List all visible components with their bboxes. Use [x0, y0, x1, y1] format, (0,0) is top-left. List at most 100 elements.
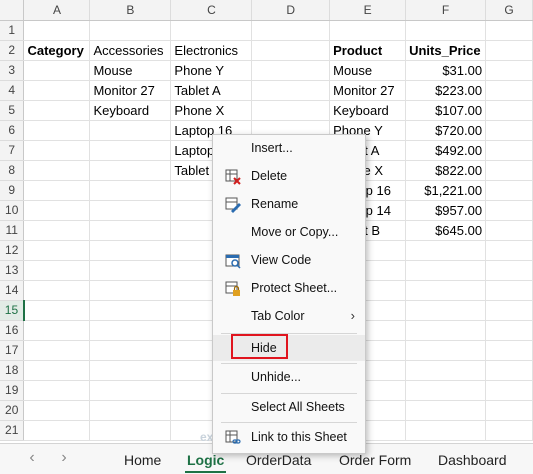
cell-b5[interactable]: Keyboard	[89, 100, 172, 121]
cell-a3[interactable]	[23, 60, 91, 81]
cell-f21[interactable]	[405, 420, 487, 441]
cell-a8[interactable]	[23, 160, 91, 181]
cell-a14[interactable]	[23, 280, 91, 301]
column-header-f[interactable]: F	[405, 0, 487, 21]
row-header[interactable]: 4	[0, 80, 25, 101]
cell-b9[interactable]	[89, 180, 172, 201]
cell-g17[interactable]	[485, 340, 533, 361]
cell-f3[interactable]: $31.00	[405, 60, 487, 81]
tab-home[interactable]: Home	[124, 449, 161, 471]
row-header[interactable]: 18	[0, 360, 25, 381]
cell-g15[interactable]	[485, 300, 533, 321]
column-header-g[interactable]: G	[485, 0, 533, 21]
row-header[interactable]: 17	[0, 340, 25, 361]
cell-g18[interactable]	[485, 360, 533, 381]
cell-b13[interactable]	[89, 260, 172, 281]
cell-g6[interactable]	[485, 120, 533, 141]
cell-c2[interactable]: Electronics	[170, 40, 253, 61]
cell-e4[interactable]: Monitor 27	[329, 80, 407, 101]
menu-item-tab-color[interactable]: Tab Color ›	[213, 303, 365, 329]
cell-g16[interactable]	[485, 320, 533, 341]
cell-f10[interactable]: $957.00	[405, 200, 487, 221]
cell-a5[interactable]	[23, 100, 91, 121]
row-header[interactable]: 15	[0, 300, 25, 321]
cell-g5[interactable]	[485, 100, 533, 121]
cell-d1[interactable]	[251, 20, 331, 41]
cell-f4[interactable]: $223.00	[405, 80, 487, 101]
cell-b11[interactable]	[89, 220, 172, 241]
row-header[interactable]: 11	[0, 220, 25, 241]
cell-f13[interactable]	[405, 260, 487, 281]
cell-d5[interactable]	[251, 100, 331, 121]
cell-f16[interactable]	[405, 320, 487, 341]
cell-a16[interactable]	[23, 320, 91, 341]
cell-f12[interactable]	[405, 240, 487, 261]
cell-b18[interactable]	[89, 360, 172, 381]
cell-b14[interactable]	[89, 280, 172, 301]
cell-a21[interactable]	[23, 420, 91, 441]
tab-dashboard[interactable]: Dashboard	[438, 449, 507, 471]
cell-a19[interactable]	[23, 380, 91, 401]
cell-b20[interactable]	[89, 400, 172, 421]
row-header[interactable]: 8	[0, 160, 25, 181]
cell-b4[interactable]: Monitor 27	[89, 80, 172, 101]
cell-f19[interactable]	[405, 380, 487, 401]
row-header[interactable]: 1	[0, 20, 25, 41]
cell-a1[interactable]	[23, 20, 91, 41]
cell-b1[interactable]	[89, 20, 172, 41]
cell-b10[interactable]	[89, 200, 172, 221]
cell-g14[interactable]	[485, 280, 533, 301]
cell-g3[interactable]	[485, 60, 533, 81]
cell-g2[interactable]	[485, 40, 533, 61]
column-header-b[interactable]: B	[89, 0, 172, 21]
row-header[interactable]: 16	[0, 320, 25, 341]
cell-b21[interactable]	[89, 420, 172, 441]
cell-a11[interactable]	[23, 220, 91, 241]
cell-f15[interactable]	[405, 300, 487, 321]
column-header-e[interactable]: E	[329, 0, 407, 21]
cell-g1[interactable]	[485, 20, 533, 41]
cell-a18[interactable]	[23, 360, 91, 381]
row-header[interactable]: 14	[0, 280, 25, 301]
cell-a10[interactable]	[23, 200, 91, 221]
cell-b17[interactable]	[89, 340, 172, 361]
cell-a6[interactable]	[23, 120, 91, 141]
cell-e5[interactable]: Keyboard	[329, 100, 407, 121]
cell-b7[interactable]	[89, 140, 172, 161]
cell-a7[interactable]	[23, 140, 91, 161]
cell-d4[interactable]	[251, 80, 331, 101]
row-header[interactable]: 19	[0, 380, 25, 401]
menu-item-view-code[interactable]: View Code	[213, 247, 365, 273]
cell-g9[interactable]	[485, 180, 533, 201]
cell-f17[interactable]	[405, 340, 487, 361]
row-header[interactable]: 3	[0, 60, 25, 81]
cell-g21[interactable]	[485, 420, 533, 441]
cell-g4[interactable]	[485, 80, 533, 101]
cell-a12[interactable]	[23, 240, 91, 261]
menu-item-delete[interactable]: Delete	[213, 163, 365, 189]
row-header[interactable]: 6	[0, 120, 25, 141]
cell-f14[interactable]	[405, 280, 487, 301]
cell-a2[interactable]: Category	[23, 40, 91, 61]
cell-b12[interactable]	[89, 240, 172, 261]
menu-item-unhide[interactable]: Unhide...	[213, 364, 365, 390]
cell-c1[interactable]	[170, 20, 253, 41]
cell-b2[interactable]: Accessories	[89, 40, 172, 61]
cell-g7[interactable]	[485, 140, 533, 161]
cell-f5[interactable]: $107.00	[405, 100, 487, 121]
next-sheet-icon[interactable]: ›	[54, 449, 74, 467]
cell-b15[interactable]	[89, 300, 172, 321]
cell-f8[interactable]: $822.00	[405, 160, 487, 181]
cell-d2[interactable]	[251, 40, 331, 61]
cell-g8[interactable]	[485, 160, 533, 181]
cell-b6[interactable]	[89, 120, 172, 141]
cell-c3[interactable]: Phone Y	[170, 60, 253, 81]
cell-g10[interactable]	[485, 200, 533, 221]
cell-a13[interactable]	[23, 260, 91, 281]
cell-a4[interactable]	[23, 80, 91, 101]
cell-g13[interactable]	[485, 260, 533, 281]
cell-c5[interactable]: Phone X	[170, 100, 253, 121]
cell-f6[interactable]: $720.00	[405, 120, 487, 141]
cell-e3[interactable]: Mouse	[329, 60, 407, 81]
cell-a20[interactable]	[23, 400, 91, 421]
